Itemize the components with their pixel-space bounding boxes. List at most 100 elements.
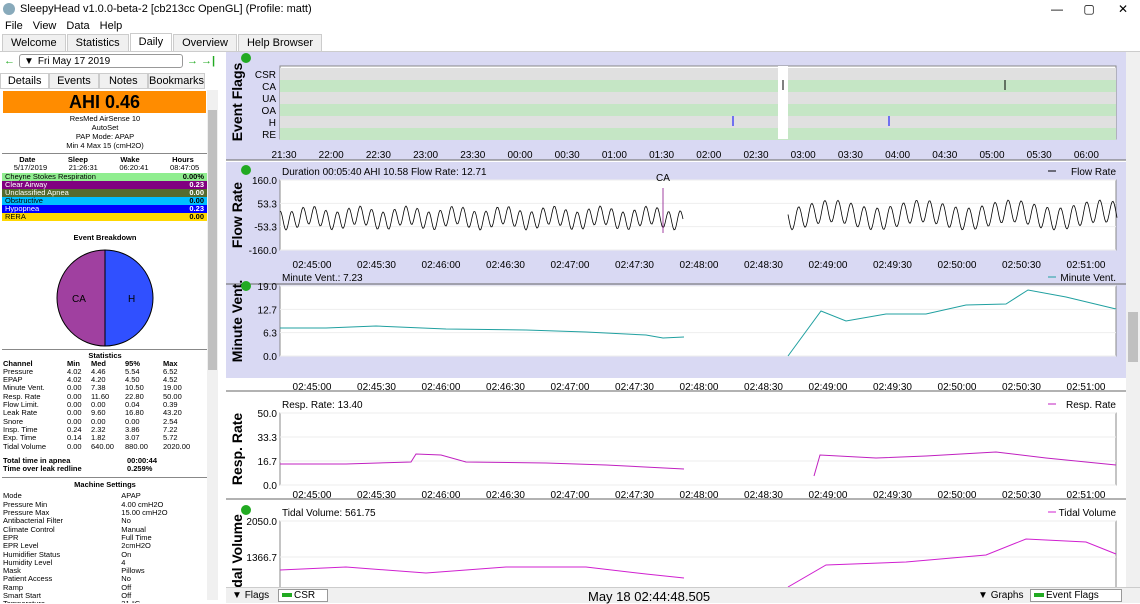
event-name: RERA (5, 211, 26, 221)
flow-xtick: 02:46:00 (422, 260, 461, 271)
tv-ytick: 2050.0 (246, 517, 277, 528)
dropdown-icon: ▼ (24, 55, 34, 67)
menu-data[interactable]: Data (61, 20, 94, 32)
flow-legend: Flow Rate (1071, 167, 1116, 178)
event-time-tick: 01:00 (602, 150, 627, 161)
mv-xtick: 02:49:30 (873, 382, 912, 393)
event-time-tick: 23:30 (460, 150, 485, 161)
flow-xtick: 02:45:00 (293, 260, 332, 271)
event-row[interactable]: Hypopnea 0.23 (2, 204, 207, 213)
pie-label-ca: CA (72, 294, 86, 305)
event-flags-label: Event Flags (229, 63, 245, 142)
graph-scroll-thumb[interactable] (1128, 312, 1138, 362)
event-time-tick: 00:30 (555, 150, 580, 161)
flow-xtick: 02:48:00 (680, 260, 719, 271)
pin-icon (241, 165, 251, 175)
event-time-tick: 02:00 (696, 150, 721, 161)
rr-xtick: 02:46:00 (422, 490, 461, 501)
breakdown-title: Event Breakdown (73, 232, 137, 242)
event-time-tick: 04:00 (885, 150, 910, 161)
flow-xtick: 02:49:30 (873, 260, 912, 271)
graph-scrollbar[interactable] (1126, 52, 1140, 587)
cell: Climate Control (3, 524, 55, 534)
tab-events[interactable]: Events (49, 73, 99, 89)
rr-xtick: 02:45:00 (293, 490, 332, 501)
mv-xtick: 02:46:30 (486, 382, 525, 393)
left-scroll-thumb[interactable] (208, 110, 217, 370)
pie-label-h: H (128, 294, 135, 305)
sub-tabs: Details Events Notes Bookmarks (0, 73, 206, 89)
csr-dropdown[interactable]: CSR (278, 589, 328, 602)
tab-bookmarks[interactable]: Bookmarks (147, 73, 206, 89)
rr-ytick: 50.0 (258, 409, 278, 420)
last-day-icon[interactable]: →| (201, 55, 215, 67)
cell: 0.259% (127, 464, 153, 474)
graph-area: CSR CA UA OA H RE Event Flags 21:30 22:00 22:30 23… (226, 52, 1140, 600)
event-row[interactable]: RERA 0.00 (2, 211, 207, 221)
cell: 640.00 (91, 441, 114, 451)
rr-legend: Resp. Rate (1066, 400, 1116, 411)
menu-help[interactable]: Help (95, 20, 128, 32)
left-scrollbar[interactable] (207, 90, 218, 600)
tab-welcome[interactable]: Welcome (2, 34, 66, 51)
event-time-tick: 05:30 (1027, 150, 1052, 161)
cell: No (121, 574, 131, 584)
mv-label: Minute Vent. (229, 280, 245, 362)
cell: 880.00 (125, 441, 148, 451)
next-day-icon[interactable]: → (187, 55, 198, 67)
tab-statistics[interactable]: Statistics (66, 34, 129, 51)
mv-xtick: 02:45:30 (357, 382, 396, 393)
event-flags-dropdown[interactable]: Event Flags (1030, 589, 1122, 602)
tab-overview[interactable]: Overview (173, 34, 237, 51)
main-tabs: Welcome Statistics Daily Overview Help B… (0, 33, 1140, 52)
flags-dropdown[interactable]: ▼ Flags (232, 590, 269, 601)
minimize-button[interactable]: — (1040, 0, 1074, 18)
rr-xtick: 02:45:30 (357, 490, 396, 501)
event-time-tick: 23:00 (413, 150, 438, 161)
rr-ytick: 33.3 (258, 433, 278, 444)
mv-info: Minute Vent.: 7.23 (282, 273, 363, 284)
current-time: May 18 02:44:48.505 (588, 589, 711, 604)
cell: 15.00 cmH2O (121, 508, 168, 518)
graphs-dropdown[interactable]: ▼ Graphs (978, 590, 1023, 601)
mv-ytick: 19.0 (258, 282, 278, 293)
menu-view[interactable]: View (28, 20, 62, 32)
rr-xtick: 02:50:00 (938, 490, 977, 501)
rr-xtick: 02:50:30 (1002, 490, 1041, 501)
event-index-list: Cheyne Stokes Respiration 0.00% Clear Airw… (2, 172, 220, 221)
tab-help-browser[interactable]: Help Browser (237, 34, 322, 51)
rr-ytick: 0.0 (263, 481, 277, 492)
tab-notes[interactable]: Notes (98, 73, 148, 89)
flag-row-label: OA (262, 106, 277, 117)
mv-xtick: 02:46:00 (422, 382, 461, 393)
cell: Time over leak redline (3, 464, 82, 474)
rr-xtick: 02:48:30 (744, 490, 783, 501)
maximize-button[interactable]: ▢ (1072, 0, 1106, 18)
rr-label: Resp. Rate (229, 413, 245, 486)
date-value: Fri May 17 2019 (37, 55, 111, 67)
pin-icon (241, 53, 251, 63)
mv-ytick: 0.0 (263, 352, 277, 363)
rr-xtick: 02:49:00 (809, 490, 848, 501)
rr-xtick: 02:46:30 (486, 490, 525, 501)
date-picker[interactable]: ▼ Fri May 17 2019 (19, 54, 183, 68)
apnea-summary: Total time in apnea 00:00:44 Time over lea… (0, 456, 220, 474)
flag-row-label: RE (262, 130, 276, 141)
flow-xtick: 02:50:00 (938, 260, 977, 271)
device-mode: AutoSet (91, 123, 119, 132)
flags-label: Flags (244, 590, 270, 601)
event-time-tick: 21:30 (271, 150, 296, 161)
event-time-tick: 04:30 (932, 150, 957, 161)
tab-daily[interactable]: Daily (129, 33, 173, 51)
cell: Off (121, 582, 132, 592)
close-button[interactable]: ✕ (1106, 0, 1140, 18)
bottom-bar: ▼ Flags CSR May 18 02:44:48.505 ▼ Graphs… (226, 587, 1140, 604)
prev-day-icon[interactable]: ← (4, 55, 15, 67)
pressure-range: Min 4 Max 15 (cmH2O) (66, 141, 144, 150)
mv-xtick: 02:47:30 (615, 382, 654, 393)
event-flags-window (778, 66, 788, 139)
tab-details[interactable]: Details (0, 73, 50, 89)
event-time-tick: 03:30 (838, 150, 863, 161)
event-time-tick: 03:00 (791, 150, 816, 161)
menu-file[interactable]: File (0, 20, 28, 32)
